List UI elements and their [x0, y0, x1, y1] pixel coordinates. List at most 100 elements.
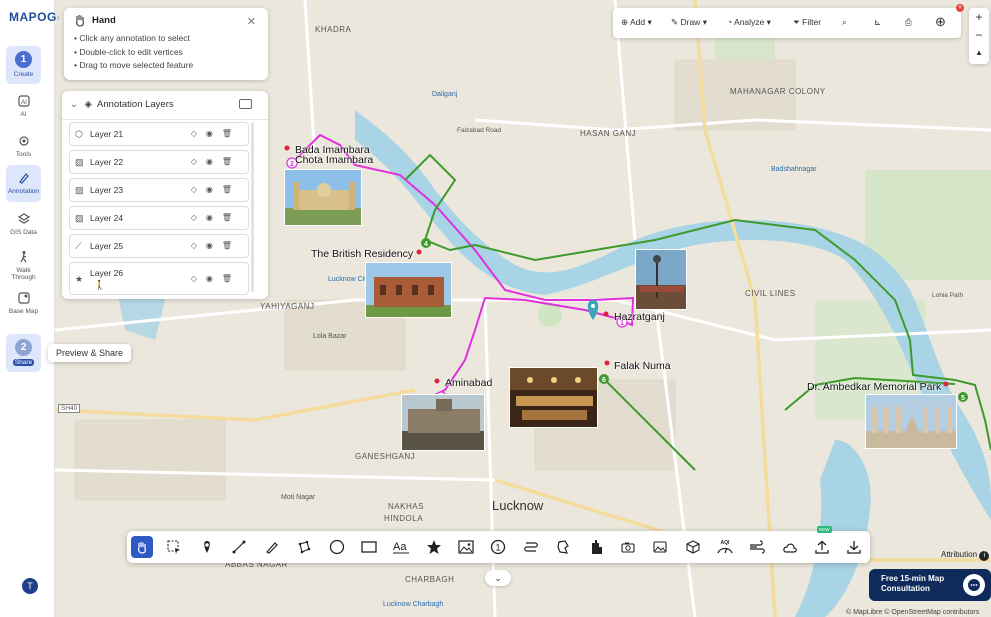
layer-actions[interactable]: ◇◉🗑 [191, 213, 241, 222]
tip-text: • Click any annotation to select [74, 33, 190, 43]
line-icon[interactable] [228, 536, 250, 558]
place-photo[interactable] [284, 169, 362, 226]
sidebar-item-share[interactable]: 2 Share [6, 334, 41, 372]
chevron-right-icon[interactable]: › [57, 13, 60, 22]
poi-label: Lola Bazar [313, 333, 347, 340]
place-photo[interactable] [865, 394, 957, 449]
circle-icon[interactable] [326, 536, 348, 558]
place-label[interactable]: The British Residency [311, 248, 413, 260]
building-icon[interactable] [585, 536, 607, 558]
app-logo[interactable]: MAPOG [9, 10, 57, 24]
zoom-out-button[interactable]: − [969, 26, 989, 44]
freehand-icon[interactable] [261, 536, 283, 558]
add-button[interactable]: ⊕ Add ▾ [621, 17, 652, 28]
place-label[interactable]: Hazratganj [614, 311, 665, 323]
layer-row[interactable]: ▨ Layer 22 ◇◉🗑 [69, 150, 249, 174]
zoom-control: + − ▲ [969, 8, 989, 64]
photo-icon[interactable] [649, 536, 671, 558]
layer-row[interactable]: ▨ Layer 23 ◇◉🗑 [69, 178, 249, 202]
collapse-panel-icon[interactable] [239, 99, 252, 109]
close-badge-icon[interactable]: × [956, 4, 964, 12]
layer-actions[interactable]: ◇◉🗑 [191, 129, 241, 138]
hand-icon[interactable] [131, 536, 153, 558]
svg-text:AQI: AQI [721, 540, 731, 546]
sidebar-item-tools[interactable]: Tools [6, 134, 41, 158]
locate-icon[interactable]: ⊕ [935, 14, 946, 30]
poi-label: Lohia Path [932, 292, 964, 299]
place-photo[interactable] [635, 249, 687, 310]
layer-actions[interactable]: ◇◉🗑 [191, 274, 241, 283]
wind-icon[interactable] [746, 536, 768, 558]
sidebar-item-walk-through[interactable]: Walk Through [6, 250, 41, 281]
scrollbar[interactable] [251, 122, 254, 292]
polygon-icon[interactable] [293, 536, 315, 558]
city-label: Lucknow [492, 498, 544, 513]
analyze-button[interactable]: ◔ Analyze ▾ [727, 17, 771, 28]
zoom-in-button[interactable]: + [969, 8, 989, 26]
star-icon[interactable] [423, 536, 445, 558]
area-label: CIVIL LINES [745, 289, 796, 298]
avatar[interactable]: T [22, 578, 38, 594]
marker-icon[interactable] [196, 536, 218, 558]
svg-text:Aa: Aa [393, 541, 407, 553]
select-icon[interactable] [163, 536, 185, 558]
layer-actions[interactable]: ◇◉🗑 [191, 185, 241, 194]
number-icon[interactable]: 1 [487, 536, 509, 558]
filter-button[interactable]: ⏷ Filter [793, 17, 821, 28]
place-label[interactable]: Falak Numa [614, 360, 671, 372]
place-label[interactable]: Aminabad [445, 377, 492, 389]
rectangle-icon[interactable] [358, 536, 380, 558]
camera-icon[interactable] [617, 536, 639, 558]
draw-button[interactable]: ✎ Draw ▾ [671, 17, 707, 28]
attribution-toggle[interactable]: Attribution i [941, 550, 990, 561]
cube-icon[interactable] [682, 536, 704, 558]
upload-icon[interactable] [811, 536, 833, 558]
sidebar-item-gis-data[interactable]: GIS Data [6, 212, 41, 236]
layer-actions[interactable]: ◇◉🗑 [191, 241, 241, 250]
area-label: NAKHAS [388, 502, 424, 511]
svg-text:5: 5 [961, 395, 965, 402]
sidebar-item-base-map[interactable]: Base Map [6, 291, 41, 315]
text-icon[interactable]: Aa [390, 536, 412, 558]
bottom-toolbar: Aa 1 AQI NEW [127, 526, 870, 563]
map-credits: © MapLibre © OpenStreetMap contributors [846, 609, 980, 616]
print-icon[interactable]: ⎙ [905, 17, 912, 28]
area-icon[interactable] [552, 536, 574, 558]
chevron-down-icon[interactable]: ⌄ [70, 99, 78, 110]
area-label: CHARBAGH [405, 575, 455, 584]
place-label[interactable]: Bada Imambara Chota Imambara [295, 145, 373, 166]
tip-text: • Double-click to edit vertices [74, 46, 183, 57]
layer-actions[interactable]: ◇◉🗑 [191, 157, 241, 166]
compass-button[interactable]: ▲ [969, 44, 989, 62]
layer-row[interactable]: ▨ Layer 24 ◇◉🗑 [69, 206, 249, 230]
image-icon[interactable] [455, 536, 477, 558]
place-label[interactable]: Dr. Ambedkar Memorial Park [807, 381, 941, 393]
route-icon[interactable] [520, 536, 542, 558]
base-map-icon [17, 292, 30, 304]
top-toolbar: ⊕ Add ▾ ✎ Draw ▾ ◔ Analyze ▾ ⏷ Filter ⌕ … [613, 8, 961, 38]
poi-label: Lucknow Charbagh [383, 601, 444, 608]
chevron-down-icon[interactable]: ⌄ [485, 570, 511, 586]
aqi-icon[interactable]: AQI [714, 536, 736, 558]
sidebar-item-annotation[interactable]: Annotation [6, 165, 41, 202]
place-photo[interactable] [401, 394, 485, 451]
download-icon[interactable] [843, 536, 865, 558]
weather-icon[interactable] [779, 536, 801, 558]
panel-title: Hand [92, 15, 116, 26]
sidebar-item-ai[interactable]: AI AI [6, 94, 41, 118]
close-icon[interactable]: ✕ [247, 15, 256, 28]
place-photo[interactable] [365, 262, 452, 318]
area-label: MAHANAGAR COLONY [730, 87, 826, 96]
chat-icon[interactable] [963, 574, 985, 596]
search-icon[interactable]: ⌕ [842, 17, 847, 28]
place-photo[interactable] [509, 367, 598, 428]
measure-icon[interactable]: ⊾ [874, 17, 881, 28]
area-label: GANESHGANJ [355, 452, 416, 461]
sidebar-item-create[interactable]: 1 Create [6, 46, 41, 84]
consultation-button[interactable]: Free 15-min Map Consultation [869, 569, 991, 601]
poi-label: Faizabad Road [457, 127, 502, 134]
layer-row[interactable]: ⬡ Layer 21 ◇◉🗑 [69, 122, 249, 146]
layer-row[interactable]: ★ Layer 26 🚶 ◇◉🗑 [69, 262, 249, 295]
layer-row[interactable]: ⟋ Layer 25 ◇◉🗑 [69, 234, 249, 258]
line-icon: ⟋ [75, 241, 82, 251]
